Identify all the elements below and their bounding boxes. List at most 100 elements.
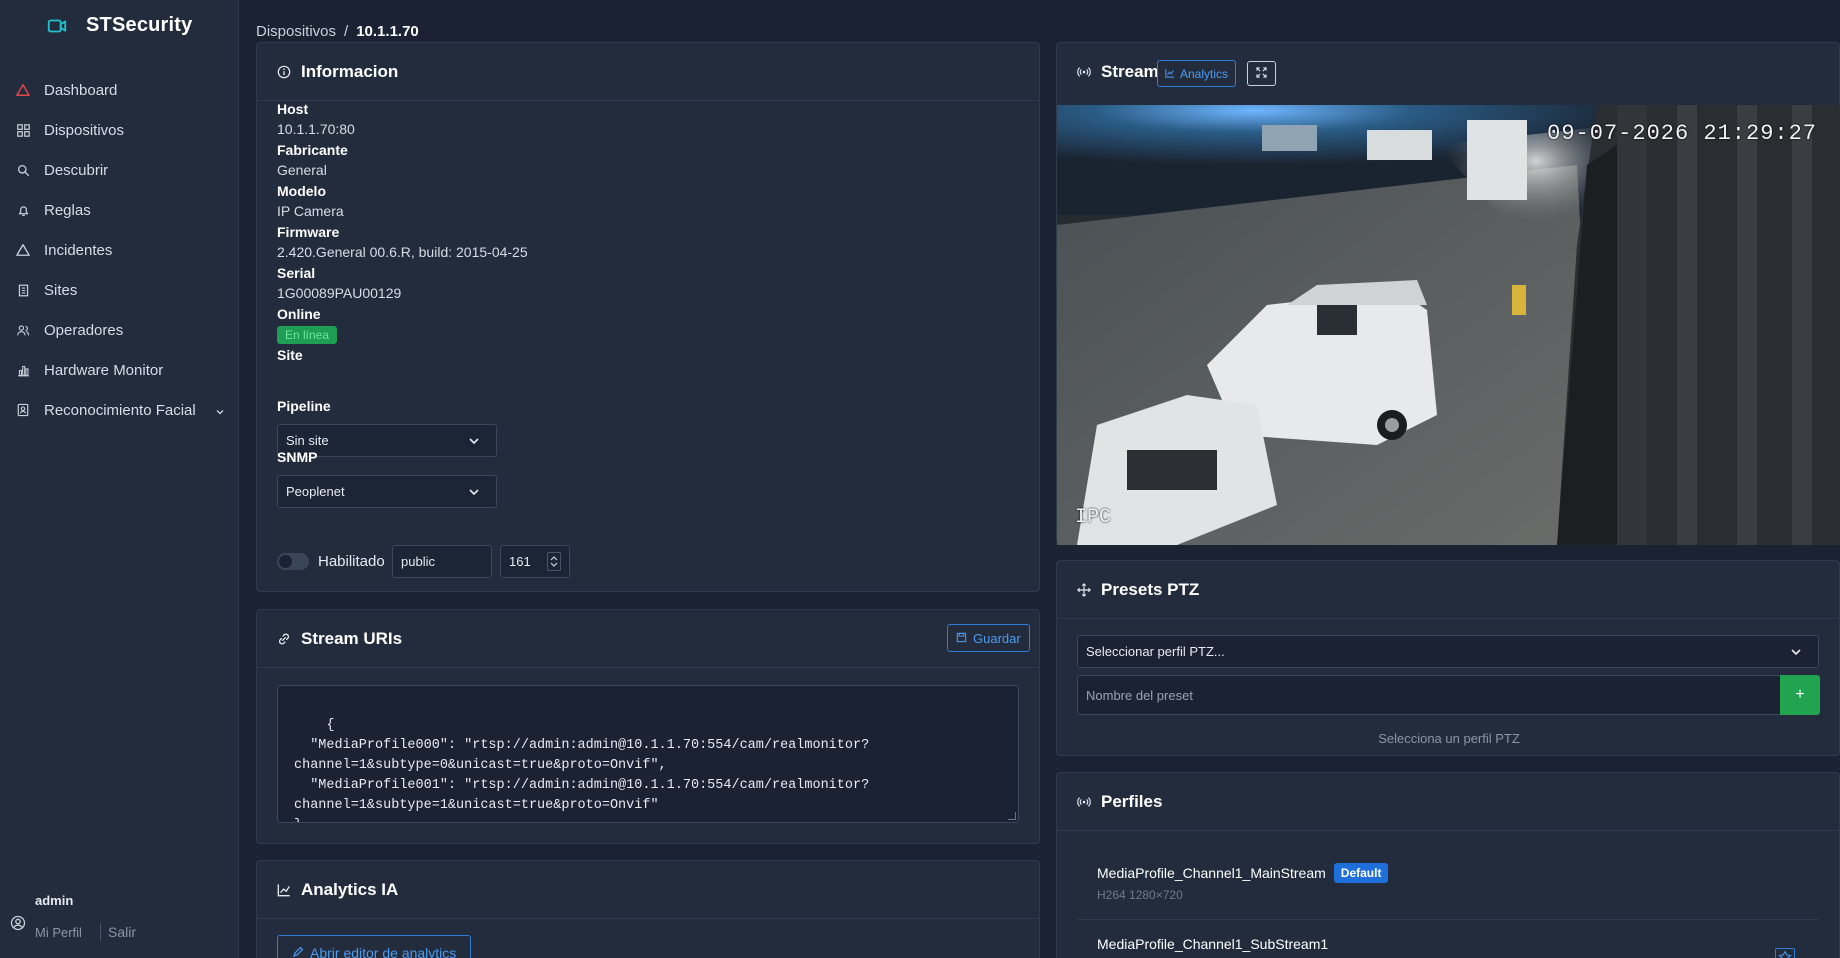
field-value: General [277, 162, 327, 178]
camera-feed-image [1057, 105, 1840, 545]
save-icon [956, 631, 967, 646]
field-label: Serial [277, 265, 316, 281]
sidebar-item-incidentes[interactable]: Incidentes [0, 230, 239, 270]
sidebar-item-dashboard[interactable]: Dashboard [0, 70, 239, 110]
divider [1077, 919, 1819, 920]
default-badge: Default [1333, 863, 1389, 883]
brand[interactable]: STSecurity [46, 14, 192, 37]
snmp-toggle[interactable] [277, 553, 309, 570]
pipeline-select[interactable]: Peoplenet [277, 475, 497, 508]
field-pipeline: Pipeline [277, 398, 331, 414]
breadcrumb-separator: / [344, 23, 349, 40]
video-timestamp: 09-07-2026 21:29:27 [1547, 121, 1817, 146]
user-circle-icon [10, 915, 26, 931]
card-title: Presets PTZ [1101, 579, 1200, 599]
sidebar-item-label: Dashboard [44, 81, 118, 99]
sidebar-item-reconocimiento-facial[interactable]: Reconocimiento Facial [0, 390, 239, 430]
search-icon [16, 163, 30, 177]
field-label: Site [277, 347, 303, 363]
ptz-profile-select[interactable]: Seleccionar perfil PTZ... [1077, 635, 1819, 668]
sidebar-item-hardware-monitor[interactable]: Hardware Monitor [0, 350, 239, 390]
move-icon [1077, 582, 1091, 597]
info-icon [277, 65, 291, 79]
sidebar-item-descubrir[interactable]: Descubrir [0, 150, 239, 190]
profile-item[interactable]: MediaProfile_Channel1_SubStream1 [1097, 936, 1328, 952]
analytics-card: Analytics IA Abrir editor de analytics [256, 860, 1040, 958]
field-label: Pipeline [277, 398, 331, 414]
chevron-down-icon[interactable] [215, 404, 225, 422]
analytics-button[interactable]: Analytics [1157, 60, 1237, 87]
card-title: Analytics IA [301, 879, 399, 899]
open-analytics-editor-label: Abrir editor de analytics [310, 945, 457, 958]
field-fabricante: Fabricante General [277, 142, 348, 178]
users-icon [16, 323, 30, 337]
field-value: 1G00089PAU00129 [277, 285, 402, 301]
field-online: Online En línea [277, 306, 338, 344]
video-overlay-label: IPC [1075, 506, 1112, 529]
sidebar-item-sites[interactable]: Sites [0, 270, 239, 310]
chart-bar-icon [16, 363, 30, 377]
sidebar: STSecurity Dashboard Dispositivos Descub… [0, 0, 239, 958]
open-analytics-editor-button[interactable]: Abrir editor de analytics [277, 935, 472, 958]
card-header: Analytics IA [257, 861, 1039, 919]
chart-line-icon [277, 883, 291, 897]
stream-uris-textarea[interactable]: { "MediaProfile000": "rtsp://admin:admin… [277, 685, 1019, 823]
field-modelo: Modelo IP Camera [277, 183, 344, 219]
broadcast-icon [1077, 65, 1091, 79]
resize-handle-icon[interactable] [1008, 812, 1016, 820]
chart-line-icon [1165, 67, 1175, 81]
card-title: Stream URIs [301, 628, 403, 648]
video-stream[interactable]: 09-07-2026 21:29:27 IPC [1057, 105, 1840, 545]
divider [100, 923, 101, 941]
card-title: Stream [1101, 62, 1159, 81]
sidebar-item-label: Operadores [44, 321, 124, 339]
pipeline-select-value: Peoplenet [286, 484, 345, 499]
logout-link[interactable]: Salir [108, 924, 136, 940]
card-header: Presets PTZ [1057, 561, 1839, 619]
save-button[interactable]: Guardar [947, 624, 1030, 652]
sidebar-item-label: Descubrir [44, 161, 109, 179]
sidebar-item-operadores[interactable]: Operadores [0, 310, 239, 350]
sidebar-item-label: Reglas [44, 201, 91, 219]
warning-icon [16, 243, 30, 257]
fullscreen-icon [1256, 65, 1267, 83]
card-header: Informacion [257, 43, 1039, 101]
card-title: Perfiles [1101, 791, 1163, 811]
ptz-hint-text: Selecciona un perfil PTZ [1378, 731, 1520, 746]
field-serial: Serial 1G00089PAU00129 [277, 265, 401, 301]
card-header: Stream Analytics [1057, 43, 1839, 101]
field-label: SNMP [277, 449, 318, 465]
field-firmware: Firmware 2.420.General 00.6.R, build: 20… [277, 224, 528, 260]
card-header: Stream URIs Guardar [257, 610, 1039, 668]
field-host: Host 10.1.1.70:80 [277, 101, 355, 137]
add-preset-button[interactable]: + [1780, 675, 1820, 715]
preset-name-input[interactable]: Nombre del preset [1077, 675, 1780, 715]
snmp-toggle-label: Habilitado [318, 553, 385, 570]
sidebar-item-label: Dispositivos [44, 121, 125, 139]
profile-item[interactable]: MediaProfile_Channel1_MainStream Default… [1097, 863, 1389, 902]
snmp-port-input[interactable]: 161 [500, 545, 570, 578]
ptz-presets-card: Presets PTZ Seleccionar perfil PTZ... No… [1056, 560, 1840, 756]
profile-meta: H264 1280×720 [1097, 888, 1183, 902]
sidebar-item-reglas[interactable]: Reglas [0, 190, 239, 230]
snmp-community-input[interactable]: public [392, 545, 492, 578]
fullscreen-button[interactable] [1247, 61, 1276, 86]
breadcrumb-parent[interactable]: Dispositivos [256, 23, 336, 40]
save-button-label: Guardar [973, 630, 1021, 646]
stream-uris-content: { "MediaProfile000": "rtsp://admin:admin… [294, 718, 870, 822]
profiles-card: Perfiles MediaProfile_Channel1_MainStrea… [1056, 772, 1840, 958]
field-site: Site [277, 347, 303, 363]
stepper-arrows-icon[interactable] [547, 552, 561, 571]
sidebar-item-label: Hardware Monitor [44, 361, 164, 379]
video-camera-icon [47, 19, 67, 32]
chevron-down-icon [468, 486, 480, 501]
field-value: 2.420.General 00.6.R, build: 2015-04-25 [277, 244, 528, 260]
my-profile-link[interactable]: Mi Perfil [35, 925, 82, 940]
analytics-button-label: Analytics [1180, 66, 1229, 81]
sidebar-item-dispositivos[interactable]: Dispositivos [0, 110, 239, 150]
app-title: STSecurity [86, 14, 193, 36]
sidebar-nav: Dashboard Dispositivos Descubrir Reglas … [0, 70, 239, 430]
set-default-star-button[interactable] [1775, 948, 1795, 958]
snmp-port-value: 161 [509, 554, 531, 569]
chevron-down-icon [468, 435, 480, 450]
